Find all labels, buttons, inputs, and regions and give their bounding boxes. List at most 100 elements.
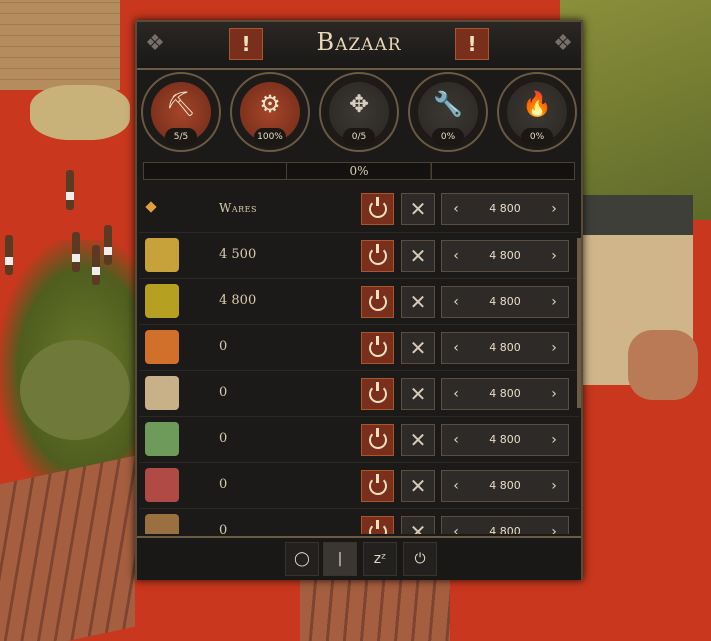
limit-value: 4 800	[489, 525, 521, 534]
progress-label: 0%	[349, 164, 369, 178]
sleep-button[interactable]: zᶻ	[363, 542, 397, 576]
stat-worker[interactable]: ⛏ 5/5	[141, 72, 221, 152]
stat-value: 100%	[254, 128, 286, 146]
amphora-icon	[145, 330, 179, 364]
ware-block-button[interactable]: ✕	[401, 286, 435, 318]
ware-amount: 0	[219, 523, 228, 534]
panel-header: ❖ ! Bazaar ! ❖	[137, 22, 581, 70]
increase-button[interactable]: ›	[542, 287, 566, 317]
increase-button[interactable]: ›	[542, 517, 566, 534]
stat-value: 5/5	[165, 128, 197, 146]
tree	[20, 340, 130, 440]
villager	[72, 232, 80, 272]
power-icon	[368, 290, 387, 311]
power-icon	[368, 382, 387, 403]
power-icon: ⏻	[414, 551, 426, 567]
mudbrick-building	[0, 0, 120, 90]
ware-amount: 4 800	[219, 293, 257, 308]
ware-block-button[interactable]: ✕	[401, 470, 435, 502]
ware-amount: 4 500	[219, 247, 257, 262]
rope-coil-icon	[145, 284, 179, 318]
increase-button[interactable]: ›	[542, 471, 566, 501]
decrease-button[interactable]: ‹	[444, 425, 468, 455]
power-icon	[368, 336, 387, 357]
increase-button[interactable]: ›	[542, 241, 566, 271]
ware-power-button[interactable]	[361, 332, 394, 364]
circle-icon: ◯	[294, 551, 310, 567]
ware-power-button[interactable]	[361, 424, 394, 456]
tiled-roof	[300, 580, 450, 641]
sleep-icon: zᶻ	[373, 551, 387, 567]
decrease-button[interactable]: ‹	[444, 517, 468, 534]
increase-button[interactable]: ›	[542, 194, 566, 224]
villagers	[0, 170, 120, 300]
ware-power-button[interactable]	[361, 286, 394, 318]
power-icon	[368, 474, 387, 495]
power-icon	[368, 244, 387, 265]
villager	[66, 170, 74, 210]
bazaar-panel: ❖ ! Bazaar ! ❖ ⛏ 5/5 ⚙ 100% ✥ 0/5 🔧 0% 🔥 0% 0% Wa…	[135, 20, 583, 580]
ware-power-button[interactable]	[361, 240, 394, 272]
meat-icon	[145, 468, 179, 502]
power-button[interactable]: ⏻	[403, 542, 437, 576]
decrease-button[interactable]: ‹	[444, 379, 468, 409]
decrease-button[interactable]: ‹	[444, 471, 468, 501]
corner-ornament-icon: ❖	[145, 30, 165, 56]
limit-value: 4 800	[489, 202, 521, 215]
ware-block-button[interactable]: ✕	[401, 240, 435, 272]
villager	[5, 235, 13, 275]
circle-button[interactable]: ◯	[285, 542, 319, 576]
wares-scrollbar[interactable]	[577, 238, 581, 408]
corner-ornament-icon: ❖	[553, 30, 573, 56]
stat-fire[interactable]: 🔥 0%	[497, 72, 577, 152]
ware-row: 0 ✕ ‹ 4 800 ›	[139, 509, 579, 534]
ware-row: 4 500 ✕ ‹ 4 800 ›	[139, 233, 579, 279]
decrease-button[interactable]: ‹	[444, 194, 468, 224]
scrollbar-thumb[interactable]	[577, 238, 581, 408]
limit-value: 4 800	[489, 341, 521, 354]
limit-value: 4 800	[489, 387, 521, 400]
ware-block-button[interactable]: ✕	[401, 332, 435, 364]
stat-value: 0%	[432, 128, 464, 146]
ware-block-button[interactable]: ✕	[401, 516, 435, 534]
ware-power-button[interactable]	[361, 470, 394, 502]
chest-icon	[145, 514, 179, 534]
stats-bar: ⛏ 5/5 ⚙ 100% ✥ 0/5 🔧 0% 🔥 0%	[141, 72, 577, 156]
limit-value: 4 800	[489, 479, 521, 492]
toggle-all-power-button[interactable]	[361, 193, 394, 225]
stat-wrench[interactable]: 🔧 0%	[408, 72, 488, 152]
increase-button[interactable]: ›	[542, 379, 566, 409]
ware-limit-stepper: ‹ 4 800 ›	[441, 378, 569, 410]
ware-amount: 0	[219, 339, 228, 354]
panel-footer: ◯ | zᶻ ⏻	[137, 536, 581, 580]
exclamation-icon[interactable]: !	[455, 28, 489, 60]
ware-block-button[interactable]: ✕	[401, 424, 435, 456]
decrease-button[interactable]: ‹	[444, 241, 468, 271]
ware-power-button[interactable]	[361, 378, 394, 410]
ware-limit-stepper: ‹ 4 800 ›	[441, 332, 569, 364]
ware-amount: 0	[219, 477, 228, 492]
ware-limit-stepper: ‹ 4 800 ›	[441, 424, 569, 456]
ware-power-button[interactable]	[361, 516, 394, 534]
panel-title: Bazaar	[316, 28, 402, 56]
production-progress-bar: 0%	[143, 162, 575, 180]
villager	[104, 225, 112, 265]
wheat-icon	[145, 238, 179, 272]
ware-limit-stepper: ‹ 4 800 ›	[441, 286, 569, 318]
block-all-button[interactable]: ✕	[401, 193, 435, 225]
tiled-roof	[0, 455, 135, 641]
stat-efficiency-gear[interactable]: ⚙ 100%	[230, 72, 310, 152]
decrease-button[interactable]: ‹	[444, 333, 468, 363]
increase-button[interactable]: ›	[542, 425, 566, 455]
decrease-button[interactable]: ‹	[444, 287, 468, 317]
ware-block-button[interactable]: ✕	[401, 378, 435, 410]
stat-value: 0%	[521, 128, 553, 146]
all-limit-stepper: ‹ 4 800 ›	[441, 193, 569, 225]
clay-pots	[628, 330, 698, 400]
wares-list: Wares ✕ ‹ 4 800 › 4 500 ✕ ‹ 4 800 › 4 800 ✕ ‹ 4 …	[139, 186, 579, 534]
limit-value: 4 800	[489, 249, 521, 262]
stat-compress-arrows[interactable]: ✥ 0/5	[319, 72, 399, 152]
linen-cloth-icon	[145, 376, 179, 410]
bar-button[interactable]: |	[323, 542, 357, 576]
increase-button[interactable]: ›	[542, 333, 566, 363]
